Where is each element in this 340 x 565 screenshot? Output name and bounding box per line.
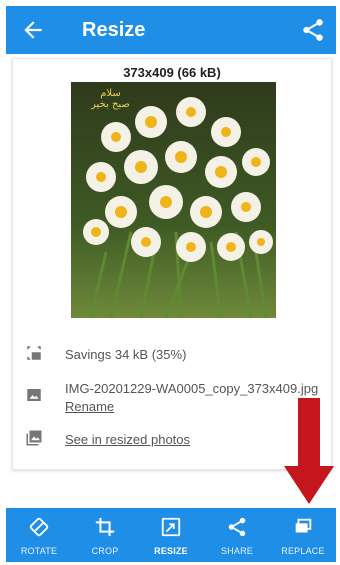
see-resized-link[interactable]: See in resized photos — [65, 432, 190, 447]
image-icon — [27, 389, 41, 401]
file-name: IMG-20201229-WA0005_copy_373x409.jpg — [65, 381, 319, 396]
share-tool-button[interactable]: SHARE — [204, 508, 270, 562]
photo-library-icon — [26, 430, 42, 446]
replace-button[interactable]: REPLACE — [270, 508, 336, 562]
image-dimensions: 373x409 (66 kB) — [123, 65, 221, 80]
savings-text: Savings 34 kB (35%) — [65, 347, 187, 362]
rotate-icon — [29, 517, 49, 537]
watermark-line-1: سلام — [100, 88, 121, 99]
resize-label: RESIZE — [154, 546, 188, 556]
crop-label: CROP — [91, 546, 119, 556]
share-label: SHARE — [220, 546, 253, 556]
photo-watermark: سلام صبح بخير — [91, 88, 130, 110]
red-annotation-arrow — [284, 398, 334, 504]
rotate-label: ROTATE — [20, 546, 58, 556]
share-icon[interactable] — [300, 17, 326, 43]
replace-label: REPLACE — [281, 546, 325, 556]
crop-icon — [95, 517, 115, 537]
share-icon — [228, 517, 246, 537]
resize-icon — [161, 517, 181, 537]
bottom-toolbar: ROTATE CROP RESIZE SHARE REPLACE — [6, 508, 336, 562]
resize-button[interactable]: RESIZE — [138, 508, 204, 562]
rotate-button[interactable]: ROTATE — [6, 508, 72, 562]
crop-button[interactable]: CROP — [72, 508, 138, 562]
watermark-line-2: صبح بخير — [91, 99, 130, 110]
page-title: Resize — [82, 19, 146, 41]
resize-small-icon — [27, 346, 41, 360]
replace-icon — [295, 518, 312, 533]
app-bar: Resize — [6, 6, 336, 54]
resized-photo[interactable]: سلام صبح بخير — [71, 82, 276, 318]
arrow-left-icon[interactable] — [20, 17, 46, 43]
rename-link[interactable]: Rename — [65, 398, 318, 416]
